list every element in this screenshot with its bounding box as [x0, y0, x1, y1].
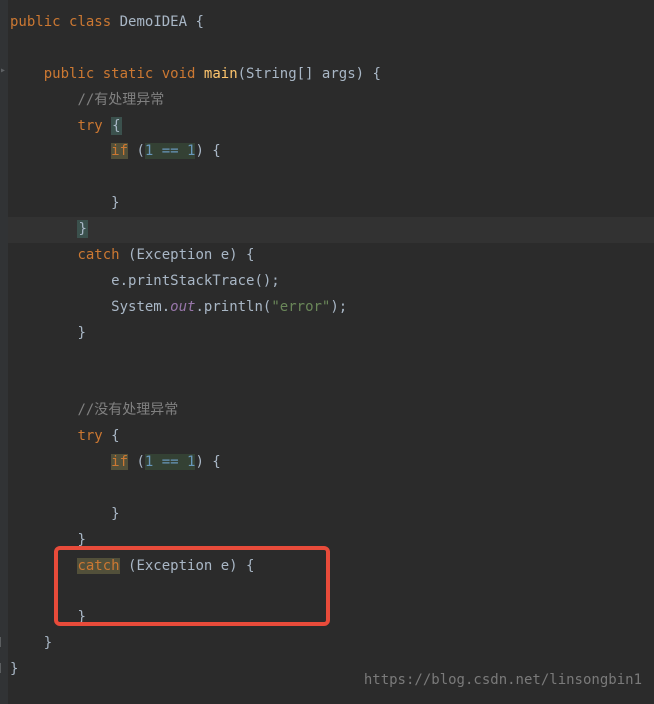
keyword-public: public — [10, 14, 61, 30]
keyword-if: if — [111, 143, 128, 159]
method-call: println — [204, 299, 263, 315]
brace: } — [111, 506, 119, 522]
paren: ) { — [195, 143, 220, 159]
code-line: //有处理异常 — [10, 88, 654, 114]
string-literal: "error" — [271, 299, 330, 315]
editor-gutter: ▸ ⎸ ⎸ — [0, 0, 8, 704]
code-line: System.out.println("error"); — [10, 295, 654, 321]
code-line: } — [10, 502, 654, 528]
paren: ) { — [195, 454, 220, 470]
brace: { — [103, 428, 120, 444]
code-line — [10, 476, 654, 502]
code-line — [10, 165, 654, 191]
code-line: public static void main(String[] args) { — [10, 62, 654, 88]
code-line: e.printStackTrace(); — [10, 269, 654, 295]
keyword-public: public — [44, 66, 95, 82]
punct: (); — [254, 273, 279, 289]
annotation-box — [54, 546, 330, 626]
paren: ( — [128, 143, 145, 159]
gutter-marker-icon: ⎸ — [0, 660, 8, 674]
brace-matched: } — [77, 220, 87, 238]
code-line: try { — [10, 114, 654, 140]
punct: . — [195, 299, 203, 315]
params: (String[] args) { — [238, 66, 381, 82]
code-line: } — [10, 191, 654, 217]
condition: 1 == 1 — [145, 454, 196, 470]
gutter-marker-icon: ▸ — [0, 62, 8, 76]
keyword-if: if — [111, 454, 128, 470]
class-name: DemoIDEA — [120, 14, 187, 30]
brace: } — [10, 661, 18, 677]
comment: //有处理异常 — [77, 92, 164, 108]
keyword-try: try — [77, 428, 102, 444]
condition: 1 == 1 — [145, 143, 196, 159]
code-line: } — [10, 321, 654, 347]
code-line: catch (Exception e) { — [10, 243, 654, 269]
code-line — [10, 347, 654, 373]
keyword-void: void — [162, 66, 196, 82]
var-ref: e. — [111, 273, 128, 289]
brace: { — [187, 14, 204, 30]
class-ref: System. — [111, 299, 170, 315]
code-line-current: } — [0, 217, 654, 243]
keyword-class: class — [69, 14, 111, 30]
keyword-static: static — [103, 66, 154, 82]
code-line: } — [10, 631, 654, 657]
brace: } — [111, 195, 119, 211]
keyword-catch: catch — [77, 247, 119, 263]
code-line: try { — [10, 424, 654, 450]
brace-matched: { — [111, 117, 121, 135]
method-name: main — [204, 66, 238, 82]
comment: //没有处理异常 — [77, 402, 178, 418]
code-line: //没有处理异常 — [10, 398, 654, 424]
watermark-text: https://blog.csdn.net/linsongbin1 — [364, 668, 642, 694]
brace: } — [44, 635, 52, 651]
code-line: if (1 == 1) { — [10, 450, 654, 476]
brace: } — [77, 325, 85, 341]
code-line — [10, 372, 654, 398]
gutter-marker-icon: ⎸ — [0, 634, 8, 648]
code-line — [10, 36, 654, 62]
punct: ); — [330, 299, 347, 315]
field-ref: out — [170, 299, 195, 315]
method-call: printStackTrace — [128, 273, 254, 289]
code-line: if (1 == 1) { — [10, 139, 654, 165]
paren: ( — [128, 454, 145, 470]
params: (Exception e) { — [120, 247, 255, 263]
code-line: public class DemoIDEA { — [10, 10, 654, 36]
keyword-try: try — [77, 118, 102, 134]
